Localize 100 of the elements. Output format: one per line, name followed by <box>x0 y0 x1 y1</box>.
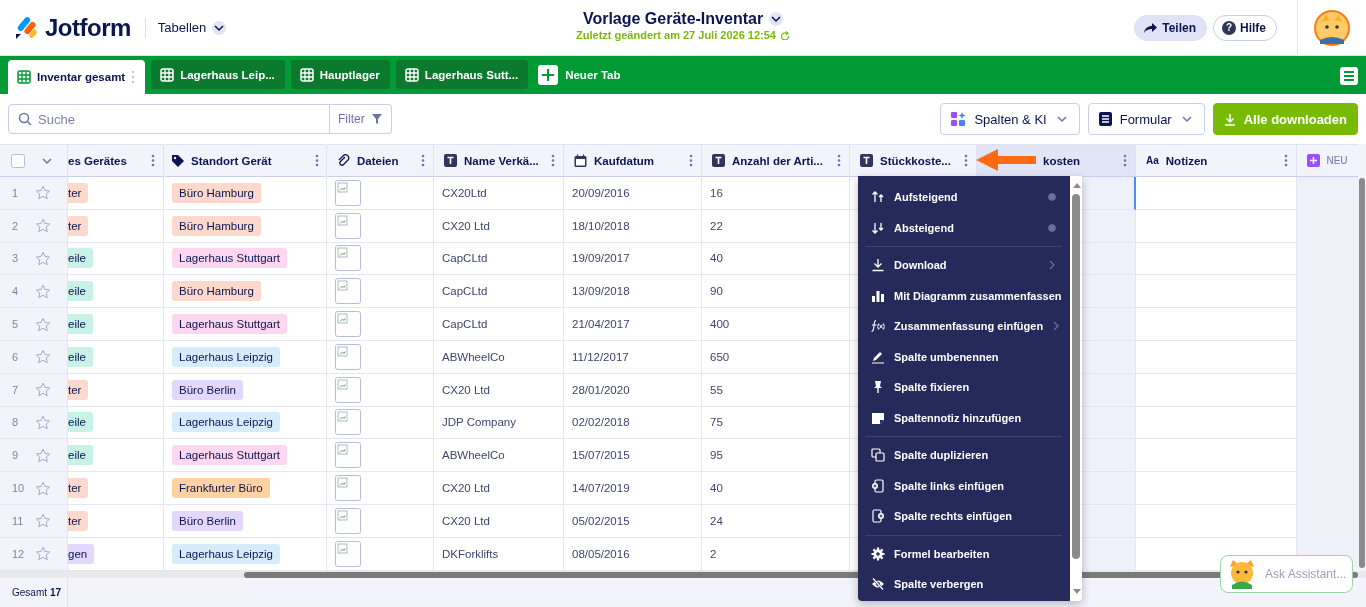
table-cell: 14/07/2019 <box>564 472 702 505</box>
refresh-icon <box>778 30 790 40</box>
more-options-icon[interactable] <box>689 154 693 167</box>
sheet-tab[interactable]: Hauptlager <box>290 60 390 89</box>
funnel-icon <box>370 113 383 125</box>
image-thumbnail[interactable] <box>335 311 361 338</box>
menu-item[interactable]: Mit Diagramm zusammenfassen <box>865 280 1062 311</box>
image-thumbnail[interactable] <box>335 540 361 567</box>
menu-item[interactable]: Spalte umbenennen <box>865 341 1062 372</box>
columns-icon <box>951 112 967 126</box>
document-title[interactable]: Vorlage Geräte-Inventar <box>582 10 764 28</box>
more-icon[interactable] <box>131 70 136 84</box>
last-saved-text: Zuletzt geändert am 27 Juli 2026 12:54 <box>576 29 776 41</box>
column-header[interactable]: Aa Notizen <box>1136 144 1297 177</box>
table-cell: CX20 Ltd <box>434 504 564 538</box>
avatar-icon[interactable] <box>1314 9 1350 46</box>
more-options-icon[interactable] <box>421 154 425 167</box>
logo-icon[interactable] <box>15 14 39 41</box>
table-cell: 55 <box>702 373 850 407</box>
star-icon[interactable] <box>35 382 51 398</box>
menu-item[interactable]: Download <box>865 250 1062 281</box>
star-icon[interactable] <box>35 447 51 463</box>
chevron-icon[interactable] <box>769 12 784 26</box>
help-button[interactable]: ? Hilfe <box>1213 14 1277 41</box>
more-options-icon[interactable] <box>964 154 968 167</box>
new-tab-button[interactable]: Neuer Tab <box>534 60 625 89</box>
image-thumbnail[interactable] <box>335 278 361 305</box>
tag-label: Lagerhaus Leipzig <box>172 543 280 564</box>
table-cell: 75 <box>702 406 850 440</box>
scroll-down-icon[interactable] <box>1072 588 1082 595</box>
star-icon[interactable] <box>35 218 51 234</box>
table-cell: 400 <box>702 308 850 341</box>
gear-icon <box>871 546 885 561</box>
tag-label: eile <box>68 412 93 433</box>
search-icon <box>18 112 32 126</box>
more-options-icon[interactable] <box>1284 154 1288 167</box>
section-dropdown[interactable]: Tabellen <box>157 20 227 35</box>
star-icon[interactable] <box>35 414 51 430</box>
column-header[interactable]: Standort Gerät <box>164 144 327 177</box>
menu-item[interactable]: Spalte duplizieren <box>865 440 1062 471</box>
column-header[interactable]: Anzahl der Arti... <box>702 144 850 177</box>
form-button[interactable]: Formular <box>1087 103 1205 135</box>
image-thumbnail[interactable] <box>335 409 361 436</box>
image-thumbnail[interactable] <box>335 245 361 272</box>
sheet-tab[interactable]: Inventar gesamt <box>8 60 146 94</box>
column-header[interactable]: es Gerätes <box>68 144 164 177</box>
select-all-checkbox[interactable] <box>11 153 25 168</box>
more-options-icon[interactable] <box>1123 154 1127 167</box>
more-options-icon[interactable] <box>151 154 155 167</box>
menu-item[interactable]: Spalte verbergen <box>865 569 1062 600</box>
menu-item[interactable]: Spalte links einfügen <box>865 470 1062 501</box>
radio-indicator[interactable] <box>1048 193 1056 202</box>
row-number: 6 <box>12 350 19 363</box>
menu-icon[interactable] <box>1340 67 1358 85</box>
sheet-tab[interactable]: Lagerhaus Leip... <box>151 60 285 89</box>
column-header[interactable]: Stückkoste... <box>850 144 977 177</box>
filter-button[interactable]: Filter <box>330 104 392 134</box>
radio-indicator[interactable] <box>1048 223 1056 232</box>
column-header[interactable]: Name Verkä... <box>434 144 564 177</box>
tag-label: ter <box>68 215 89 236</box>
table-cell: 40 <box>702 472 850 505</box>
row-number: 1 <box>12 186 19 199</box>
menu-item[interactable]: Spalte fixieren <box>865 372 1062 403</box>
search-field[interactable]: Suche <box>8 104 330 134</box>
image-thumbnail[interactable] <box>335 507 361 534</box>
sheet-tab[interactable]: Lagerhaus Sutt... <box>395 60 529 89</box>
image-thumbnail[interactable] <box>335 376 361 403</box>
star-icon[interactable] <box>35 316 51 332</box>
logo-text[interactable]: Jotform <box>45 13 131 42</box>
star-icon[interactable] <box>35 546 51 562</box>
image-thumbnail[interactable] <box>335 212 361 239</box>
table-cell: DKForklifts <box>434 537 564 571</box>
menu-item[interactable]: Spaltennotiz hinzufügen <box>865 402 1062 433</box>
image-thumbnail[interactable] <box>335 179 361 206</box>
more-options-icon[interactable] <box>837 154 841 167</box>
menu-scrollbar[interactable] <box>1070 176 1082 601</box>
row-number: 5 <box>12 318 19 331</box>
star-icon[interactable] <box>35 283 51 299</box>
star-icon[interactable] <box>35 349 51 365</box>
menu-item[interactable]: Spalte rechts einfügen <box>865 501 1062 532</box>
column-header[interactable]: Dateien <box>327 144 434 177</box>
menu-item[interactable]: Aufsteigend <box>865 182 1062 213</box>
image-thumbnail[interactable] <box>335 343 361 370</box>
share-button[interactable]: Teilen <box>1134 14 1207 41</box>
more-options-icon[interactable] <box>315 154 319 167</box>
star-icon[interactable] <box>35 251 51 266</box>
image-thumbnail[interactable] <box>335 442 361 469</box>
menu-item[interactable]: Zusammenfassung einfügen <box>865 311 1062 342</box>
image-thumbnail[interactable] <box>335 475 361 502</box>
more-options-icon[interactable] <box>551 154 555 167</box>
scroll-up-icon[interactable] <box>1072 182 1082 189</box>
menu-item[interactable]: Absteigend <box>865 212 1062 243</box>
star-icon[interactable] <box>35 185 51 201</box>
star-icon[interactable] <box>35 480 51 496</box>
menu-item[interactable]: Formel bearbeiten <box>865 538 1062 569</box>
star-icon[interactable] <box>35 513 51 529</box>
columns-ai-button[interactable]: Spalten & KI <box>940 103 1080 135</box>
add-column-button[interactable]: NEU <box>1297 144 1358 177</box>
table-cell: 95 <box>702 439 850 473</box>
column-header[interactable]: Kaufdatum <box>564 144 702 177</box>
